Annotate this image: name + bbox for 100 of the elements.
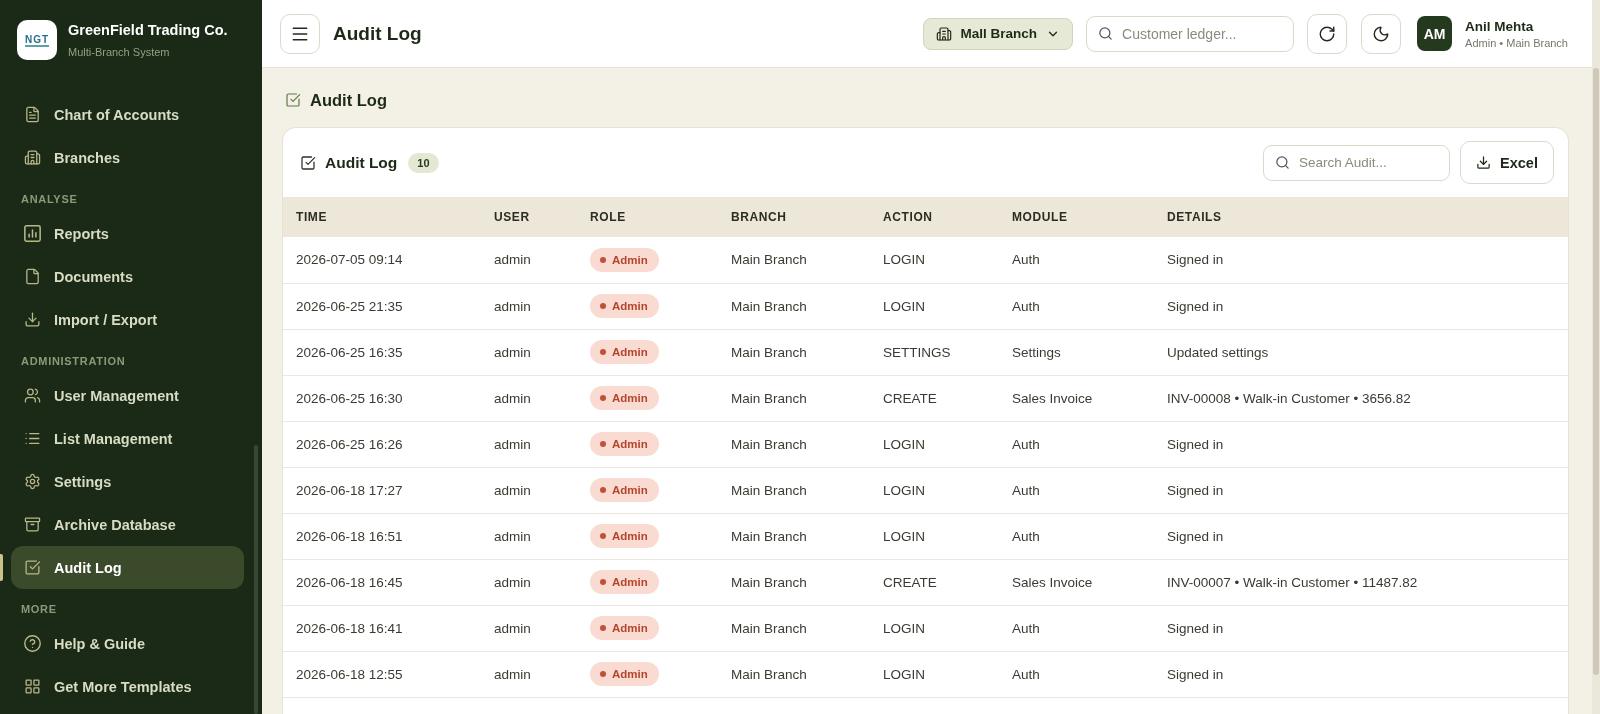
nav-item[interactable]: List Management bbox=[11, 417, 244, 460]
building-icon bbox=[935, 25, 952, 42]
section-label: ANALYSE bbox=[21, 193, 78, 205]
help-icon bbox=[24, 635, 41, 652]
table-cell: 2026-06-18 16:45 bbox=[283, 559, 481, 605]
refresh-button[interactable] bbox=[1307, 13, 1348, 54]
table-cell: admin bbox=[481, 237, 577, 283]
record-count: 10 bbox=[408, 152, 439, 173]
page-title: Audit Log bbox=[333, 22, 422, 45]
role-label: Admin bbox=[612, 668, 648, 680]
table-cell: 2026-07-05 09:14 bbox=[283, 237, 481, 283]
document-icon bbox=[24, 106, 41, 123]
table-cell: admin bbox=[481, 421, 577, 467]
table-cell: 2026-06-18 16:51 bbox=[283, 513, 481, 559]
table-cell: LOGIN bbox=[870, 467, 999, 513]
search-icon bbox=[1275, 154, 1290, 170]
checkbox-icon bbox=[285, 92, 301, 108]
table-cell: Signed in bbox=[1154, 467, 1568, 513]
table-cell: Main Branch bbox=[718, 421, 870, 467]
table-cell: LOGIN bbox=[870, 513, 999, 559]
nav-item[interactable]: Get More Templates bbox=[11, 665, 244, 708]
search-icon bbox=[1098, 25, 1114, 41]
table-cell: Main Branch bbox=[718, 605, 870, 651]
table-cell: Sales Invoice bbox=[999, 559, 1154, 605]
dot-icon bbox=[600, 256, 606, 263]
file-icon bbox=[24, 268, 41, 285]
users-icon bbox=[24, 387, 41, 404]
download-icon bbox=[1476, 155, 1492, 170]
column-header: BRANCH bbox=[718, 197, 870, 237]
scrollbar-track[interactable] bbox=[1592, 0, 1600, 714]
table-cell: Sales Invoice bbox=[999, 375, 1154, 421]
nav-item[interactable]: Reports bbox=[11, 212, 244, 255]
table-cell: Auth bbox=[999, 237, 1154, 283]
table-cell: Auth bbox=[999, 605, 1154, 651]
table-cell: LOGIN bbox=[870, 283, 999, 329]
table-cell: SETTINGS bbox=[870, 329, 999, 375]
branch-select[interactable]: Mall Branch bbox=[922, 17, 1074, 50]
table-cell: Main Branch bbox=[718, 467, 870, 513]
table-cell: admin bbox=[481, 329, 577, 375]
table-cell: Main Branch bbox=[718, 375, 870, 421]
column-header: USER bbox=[481, 197, 577, 237]
user-role: Admin • Main Branch bbox=[1465, 36, 1568, 49]
table-cell: Main Branch bbox=[718, 559, 870, 605]
table-cell: Auth bbox=[999, 467, 1154, 513]
dot-icon bbox=[600, 395, 606, 401]
nav-item[interactable]: Branches bbox=[11, 136, 244, 179]
search-field[interactable]: Search Audit... bbox=[1263, 144, 1450, 181]
table-cell: 2026-06-18 17:27 bbox=[283, 467, 481, 513]
table-cell: admin bbox=[481, 467, 577, 513]
table-cell: admin bbox=[481, 651, 577, 697]
role-label: Admin bbox=[612, 622, 648, 634]
menu-button[interactable] bbox=[280, 13, 320, 54]
table-cell: admin bbox=[481, 605, 577, 651]
theme-button[interactable] bbox=[1361, 13, 1402, 54]
list-icon bbox=[24, 430, 41, 447]
dot-icon bbox=[600, 349, 606, 355]
nav-item[interactable]: Settings bbox=[11, 460, 244, 503]
dot-icon bbox=[600, 441, 606, 447]
scrollbar-thumb[interactable] bbox=[1593, 68, 1599, 675]
table-cell: Auth bbox=[999, 421, 1154, 467]
role-label: Admin bbox=[612, 530, 648, 542]
table-cell: LOGIN bbox=[870, 651, 999, 697]
table-cell: Signed in bbox=[1154, 237, 1568, 283]
table-cell: Main Branch bbox=[718, 651, 870, 697]
table-cell: Main Branch bbox=[718, 283, 870, 329]
table-cell: admin bbox=[481, 283, 577, 329]
nav-item[interactable]: Documents bbox=[11, 255, 244, 298]
moon-icon bbox=[1372, 24, 1391, 43]
archive-icon bbox=[24, 516, 41, 533]
table-cell: INV-00007 • Walk-in Customer • 11487.82 bbox=[1154, 559, 1568, 605]
role-label: Admin bbox=[612, 300, 648, 312]
table-cell: Updated settings bbox=[1154, 329, 1568, 375]
brand-name: GreenField Trading Co. bbox=[68, 22, 228, 38]
role-label: Admin bbox=[612, 438, 648, 450]
table-cell: LOGIN bbox=[870, 237, 999, 283]
checkbox-icon bbox=[24, 559, 41, 576]
nav-item[interactable]: User Management bbox=[11, 374, 244, 417]
search-field[interactable]: Customer ledger... bbox=[1086, 15, 1295, 52]
column-header: TIME bbox=[283, 197, 481, 237]
role-label: Admin bbox=[612, 253, 648, 266]
nav-item[interactable]: Import / Export bbox=[11, 298, 244, 341]
building-icon bbox=[24, 149, 41, 166]
nav-item[interactable]: Help & Guide bbox=[11, 622, 244, 665]
scrollbar-thumb[interactable] bbox=[254, 445, 258, 714]
checkbox-icon bbox=[300, 154, 316, 171]
active-indicator bbox=[0, 554, 3, 581]
table-cell: 2026-06-25 21:35 bbox=[283, 283, 481, 329]
export-button[interactable]: Excel bbox=[1460, 141, 1554, 184]
brand-subtitle: Multi-Branch System bbox=[68, 46, 171, 58]
role-label: Admin bbox=[612, 346, 648, 358]
bar-chart-icon bbox=[24, 225, 41, 242]
table-cell: 2026-06-25 16:30 bbox=[283, 375, 481, 421]
dot-icon bbox=[600, 671, 606, 677]
initials-avatar[interactable]: AM bbox=[1417, 16, 1453, 51]
table-cell: 2026-06-25 16:35 bbox=[283, 329, 481, 375]
table-cell: INV-00008 • Walk-in Customer • 3656.82 bbox=[1154, 375, 1568, 421]
dot-icon bbox=[600, 579, 606, 585]
nav-item[interactable]: Archive Database bbox=[11, 503, 244, 546]
nav-item[interactable]: Chart of Accounts bbox=[11, 93, 244, 136]
table-cell: Signed in bbox=[1154, 513, 1568, 559]
